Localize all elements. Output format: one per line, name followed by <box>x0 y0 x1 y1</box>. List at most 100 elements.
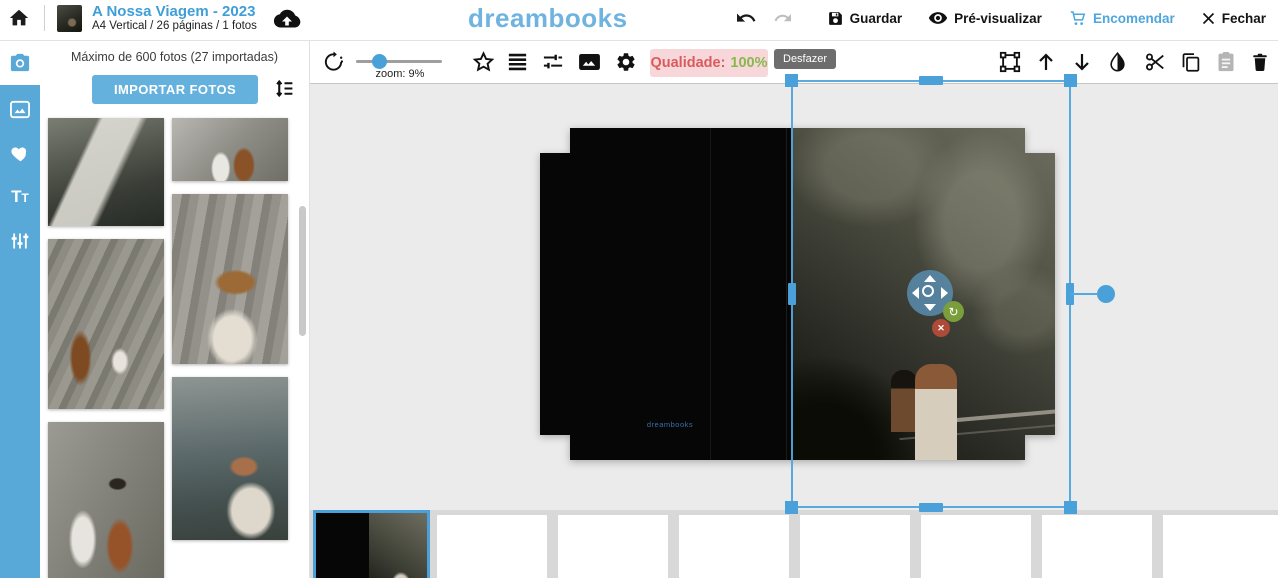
selection-handle-bottom-middle[interactable] <box>919 503 943 512</box>
image-settings-button[interactable] <box>578 53 601 71</box>
eye-icon <box>928 10 948 26</box>
tune-icon <box>542 52 564 72</box>
layouts-button[interactable] <box>507 53 528 72</box>
move-right-arrow-icon[interactable] <box>941 287 948 299</box>
page-thumbnail-4[interactable] <box>679 515 789 578</box>
rotate-arrow-icon: ↻ <box>948 305 958 319</box>
close-button[interactable]: Fechar <box>1201 11 1266 26</box>
tune-button[interactable] <box>542 52 564 72</box>
move-up-button[interactable] <box>1037 52 1055 72</box>
photo-thumbnail-woman-in-boat[interactable] <box>48 118 164 226</box>
project-subtitle: A4 Vertical / 26 páginas / 1 fotos <box>92 20 257 33</box>
photo-thumbnail-couple-embracing[interactable] <box>172 118 288 181</box>
sort-photos-button[interactable] <box>274 78 295 99</box>
page-thumbnail-3[interactable] <box>558 515 668 578</box>
design-canvas[interactable]: dreambooks ↻ <box>310 84 1278 510</box>
arrow-up-icon <box>1037 52 1055 72</box>
redo-button[interactable] <box>773 10 793 26</box>
cut-button[interactable] <box>1144 51 1166 73</box>
gear-icon <box>615 51 637 73</box>
delete-button[interactable] <box>1251 52 1269 73</box>
selection-handle-bottom-left[interactable] <box>785 501 798 514</box>
layout-lines-icon <box>507 53 528 72</box>
selection-handle-middle-left[interactable] <box>788 283 796 305</box>
page-thumbnail-5[interactable] <box>800 515 910 578</box>
page-thumb-cover-back <box>316 513 369 578</box>
page-thumbnail-8[interactable] <box>1163 515 1273 578</box>
copy-icon <box>1180 51 1201 73</box>
rotate-handle-line <box>1071 293 1097 295</box>
cover-brand-text: dreambooks <box>570 420 770 429</box>
photo-grid <box>48 118 288 578</box>
page-thumbnail-7[interactable] <box>1042 515 1152 578</box>
selection-handle-top-right[interactable] <box>1064 74 1077 87</box>
selection-handle-top-middle[interactable] <box>919 76 943 85</box>
sidebar-item-favorites[interactable] <box>0 131 40 175</box>
move-left-arrow-icon[interactable] <box>912 287 919 299</box>
favorite-button[interactable] <box>472 51 495 74</box>
text-icon: TT <box>11 188 29 206</box>
page-thumbnail-6[interactable] <box>921 515 1031 578</box>
photo-thumbnail-couple-selfie[interactable] <box>48 422 164 578</box>
page-thumb-cover-photo <box>369 513 427 578</box>
selection-handle-top-left[interactable] <box>785 74 798 87</box>
zoom-slider-track[interactable] <box>356 60 442 63</box>
close-icon <box>1201 11 1216 26</box>
rotate-photo-chip[interactable]: ↻ <box>943 301 964 322</box>
trash-icon <box>1251 52 1269 73</box>
home-button[interactable] <box>8 7 30 29</box>
photo-thumbnail-woman-by-lake[interactable] <box>172 377 288 540</box>
cover-back-page[interactable]: dreambooks <box>540 128 791 460</box>
page-thumbnail-9[interactable] <box>1272 515 1278 578</box>
preview-button[interactable]: Pré-visualizar <box>928 10 1042 26</box>
move-down-button[interactable] <box>1073 52 1091 72</box>
photo-limit-text: Máximo de 600 fotos (27 importadas) <box>40 50 309 64</box>
header-divider <box>44 5 45 31</box>
sidebar-item-text[interactable]: TT <box>0 175 40 219</box>
rotate-handle-circle[interactable] <box>1097 285 1115 303</box>
sidebar: TT <box>0 41 40 578</box>
move-center-icon <box>922 285 934 297</box>
settings-button[interactable] <box>615 51 637 73</box>
save-button[interactable]: Guardar <box>827 10 903 27</box>
zoom-level-label: zoom: 9% <box>342 68 458 80</box>
photo-thumbnail-woman-hat-portrait[interactable] <box>172 194 288 364</box>
undo-button[interactable] <box>735 9 757 27</box>
header: A Nossa Viagem - 2023 A4 Vertical / 26 p… <box>0 0 1278 41</box>
delete-photo-chip[interactable]: ✕ <box>932 319 950 337</box>
sidebar-item-photos[interactable] <box>0 41 40 85</box>
order-button[interactable]: Encomendar <box>1068 9 1175 27</box>
photos-scrollbar[interactable] <box>299 206 306 336</box>
paste-icon <box>1216 51 1236 73</box>
zoom-slider-handle[interactable] <box>372 54 387 69</box>
photo-column-left <box>48 118 164 578</box>
contrast-icon <box>1108 52 1127 73</box>
quality-value: 100% <box>730 55 767 71</box>
sidebar-item-adjustments[interactable] <box>0 219 40 263</box>
page-thumbnail-2[interactable] <box>437 515 547 578</box>
camera-icon <box>9 53 31 73</box>
copy-button[interactable] <box>1180 51 1201 73</box>
import-photos-button[interactable]: IMPORTAR FOTOS <box>92 75 258 104</box>
transform-frame-button[interactable] <box>999 51 1021 73</box>
sidebar-item-layouts[interactable] <box>0 87 40 131</box>
photos-panel: Máximo de 600 fotos (27 importadas) IMPO… <box>40 41 310 578</box>
order-label: Encomendar <box>1093 11 1175 26</box>
cloud-upload-icon <box>273 7 303 29</box>
star-icon <box>472 51 495 74</box>
close-label: Fechar <box>1222 11 1266 26</box>
photo-thumbnail-man-leaning-rock[interactable] <box>48 239 164 409</box>
page-thumbnail-1[interactable] <box>313 510 430 578</box>
move-up-arrow-icon[interactable] <box>924 275 936 282</box>
project-title: A Nossa Viagem - 2023 <box>92 3 257 20</box>
sliders-icon <box>10 231 30 251</box>
redo-icon <box>773 10 793 26</box>
photo-column-right <box>172 118 288 578</box>
cart-icon <box>1068 9 1087 27</box>
move-down-arrow-icon[interactable] <box>924 304 936 311</box>
image-fill-icon <box>578 53 601 71</box>
selection-handle-bottom-right[interactable] <box>1064 501 1077 514</box>
contrast-button[interactable] <box>1108 52 1127 73</box>
paste-button[interactable] <box>1216 51 1236 73</box>
app-logo: dreambooks <box>468 3 628 34</box>
